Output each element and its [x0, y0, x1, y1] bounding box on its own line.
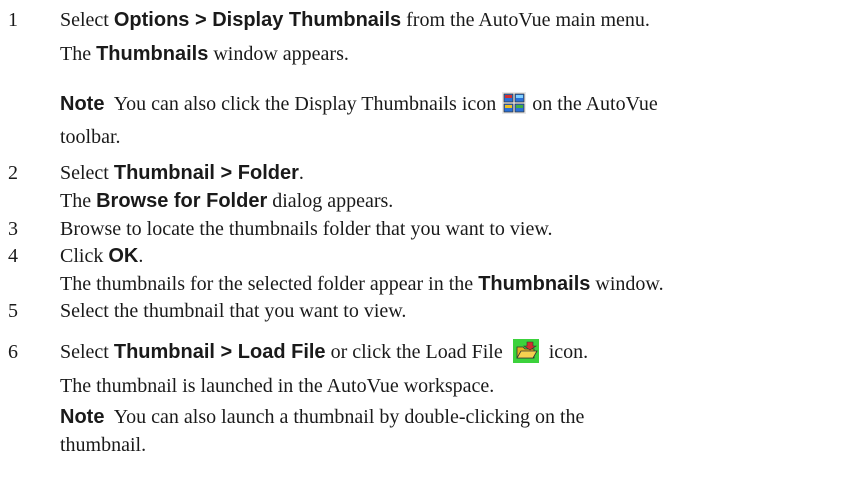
step-number: 3: [8, 218, 18, 240]
step-number: 4: [8, 245, 18, 267]
step-1-result: The Thumbnails window appears.: [60, 43, 349, 65]
window-name: Thumbnails: [478, 273, 591, 295]
step-6-instruction: Select Thumbnail > Load File or click th…: [60, 339, 589, 364]
menu-path: Options > Display Thumbnails: [113, 9, 402, 31]
note: Note You can also click the Display Thum…: [60, 92, 658, 115]
display-thumbnails-icon: [502, 92, 527, 115]
step-2-result: The Browse for Folder dialog appears.: [60, 190, 394, 212]
note-label: Note: [60, 406, 105, 428]
load-file-icon: [512, 339, 539, 364]
step-number: 5: [8, 300, 18, 322]
step-5-instruction: Select the thumbnail that you want to vi…: [60, 300, 407, 322]
step-4-result: The thumbnails for the selected folder a…: [60, 273, 664, 295]
note-label: Note: [60, 93, 105, 115]
step-4-instruction: Click OK.: [60, 245, 144, 267]
dialog-name: Browse for Folder: [96, 190, 268, 212]
step-3-instruction: Browse to locate the thumbnails folder t…: [60, 218, 553, 240]
step-number: 1: [8, 9, 18, 31]
window-name: Thumbnails: [96, 43, 209, 65]
button-name: OK: [108, 245, 139, 267]
step-number: 2: [8, 162, 18, 184]
menu-path: Thumbnail > Folder: [113, 162, 299, 184]
step-6-result: The thumbnail is launched in the AutoVue…: [60, 375, 495, 397]
note-continuation: thumbnail.: [60, 434, 147, 456]
menu-path: Thumbnail > Load File: [113, 341, 326, 363]
note: Note You can also launch a thumbnail by …: [60, 406, 585, 428]
step-1-instruction: Select Options > Display Thumbnails from…: [60, 9, 650, 31]
step-number: 6: [8, 341, 18, 363]
step-2-instruction: Select Thumbnail > Folder.: [60, 162, 304, 184]
note-continuation: toolbar.: [60, 126, 121, 148]
